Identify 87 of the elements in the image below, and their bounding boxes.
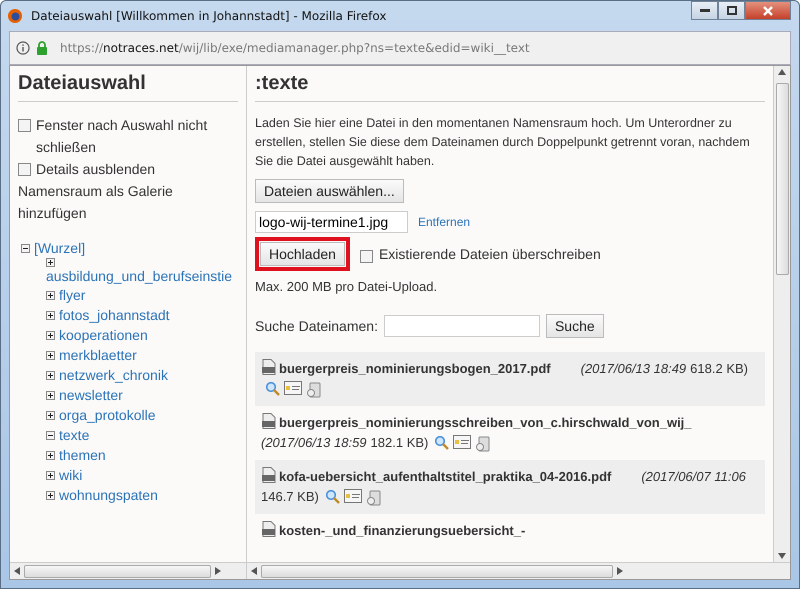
folder-link[interactable]: merkblaetter	[59, 345, 137, 365]
file-name-link[interactable]: buergerpreis_nominierungsbogen_2017.pdf	[279, 361, 551, 376]
expand-icon[interactable]	[46, 490, 55, 500]
expand-icon[interactable]	[46, 390, 55, 400]
folder-link[interactable]: orga_protokolle	[59, 405, 156, 425]
lock-icon	[36, 41, 48, 55]
scroll-right-icon[interactable]	[215, 567, 221, 575]
choose-files-button[interactable]: Dateien auswählen...	[255, 179, 404, 203]
expand-icon[interactable]	[46, 370, 55, 380]
expand-icon[interactable]	[46, 450, 55, 460]
magnifier-icon[interactable]	[265, 381, 280, 396]
expand-icon[interactable]	[46, 290, 55, 300]
id-card-icon[interactable]	[284, 381, 302, 395]
file-size: 182.1 KB)	[370, 434, 428, 452]
file-name-link[interactable]: buergerpreis_nominierungsschreiben_von_c.hirschwald_von_wij_	[279, 415, 692, 430]
sidebar-title: Dateiauswahl	[18, 72, 238, 102]
folder-link[interactable]: fotos_johannstadt	[59, 305, 170, 325]
trash-can-icon[interactable]	[366, 489, 382, 506]
browser-logo-icon	[7, 8, 23, 24]
upload-limit-note: Max. 200 MB pro Datei-Upload.	[255, 279, 438, 294]
collapse-icon[interactable]	[21, 244, 30, 252]
folder-link[interactable]: texte	[59, 425, 90, 445]
maximize-icon	[726, 6, 736, 15]
expand-icon[interactable]	[46, 470, 55, 480]
scroll-up-icon[interactable]	[778, 69, 786, 75]
file-name-link[interactable]: kosten-_und_finanzierungsuebersicht_-	[279, 523, 526, 538]
pdf-file-icon	[261, 521, 277, 537]
pdf-file-icon	[261, 359, 277, 375]
scroll-down-icon[interactable]	[778, 553, 786, 559]
minimize-button[interactable]	[691, 1, 718, 20]
scroll-left-icon[interactable]	[14, 567, 20, 575]
url-text: https://notraces.net/wij/lib/exe/mediamanager.php?ns=texte&edid=wiki__text	[60, 41, 530, 55]
maximize-button[interactable]	[718, 1, 745, 20]
checkbox[interactable]	[18, 163, 31, 176]
overwrite-label: Existierende Dateien überschreiben	[378, 246, 601, 262]
vertical-scrollbar[interactable]	[773, 66, 790, 562]
intro-text: Laden Sie hier eine Datei in den momentanen Namensraum hoch. Um Unterordner zu erstellen, stellen Sie diese dem Dateinamen durch Doppelpunkt getrennt voran, nachdem Sie die Datei ausgewählt haben.	[255, 115, 751, 170]
close-button[interactable]	[745, 1, 791, 20]
expand-icon[interactable]	[46, 310, 55, 320]
upload-button[interactable]: Hochladen	[260, 242, 345, 266]
horizontal-scrollbar[interactable]	[10, 562, 246, 579]
file-size: 618.2 KB)	[690, 360, 748, 378]
folder-link[interactable]: themen	[59, 445, 106, 465]
info-icon	[16, 41, 30, 55]
trash-can-icon[interactable]	[475, 435, 492, 452]
expand-icon[interactable]	[46, 350, 55, 360]
namespace-title: :texte	[255, 72, 765, 102]
file-date: (2017/06/07 11:06	[641, 468, 746, 486]
id-card-icon[interactable]	[453, 435, 472, 449]
file-name-field[interactable]: logo-wij-termine1.jpg	[255, 211, 408, 233]
horizontal-scrollbar[interactable]	[247, 562, 790, 579]
folder-link[interactable]: netzwerk_chronik	[59, 365, 168, 385]
magnifier-icon[interactable]	[434, 435, 450, 450]
file-date: (2017/06/13 18:49	[580, 360, 686, 378]
folder-link[interactable]: [Wurzel]	[34, 238, 86, 258]
close-icon	[763, 6, 773, 16]
file-date: (2017/06/13 18:59	[261, 434, 367, 452]
file-size: 146.7 KB)	[261, 488, 319, 506]
expand-icon[interactable]	[46, 410, 55, 420]
expand-icon[interactable]	[46, 330, 55, 340]
minimize-icon	[700, 8, 710, 12]
window-title: Dateiauswahl [Willkommen in Johannstadt] - Mozilla Firefox	[31, 9, 386, 23]
folder-link[interactable]: wohnungspaten	[59, 485, 158, 505]
scroll-right-icon[interactable]	[617, 567, 623, 575]
scroll-left-icon[interactable]	[251, 567, 257, 575]
id-card-icon[interactable]	[344, 489, 362, 503]
folder-link[interactable]: newsletter	[59, 385, 123, 405]
search-button[interactable]: Suche	[546, 314, 604, 338]
option-label: Details ausblenden	[36, 160, 156, 179]
expand-icon[interactable]	[46, 258, 55, 267]
folder-link[interactable]: wiki	[59, 465, 82, 485]
search-field[interactable]	[384, 315, 540, 337]
folder-link[interactable]: kooperationen	[59, 325, 148, 345]
collapse-icon[interactable]	[46, 430, 55, 440]
checkbox[interactable]	[360, 250, 373, 263]
remove-link[interactable]: Entfernen	[418, 215, 470, 229]
folder-link[interactable]: ausbildung_und_berufseinstie	[46, 268, 232, 284]
trash-can-icon[interactable]	[306, 381, 322, 398]
search-label: Suche Dateinamen:	[255, 318, 378, 334]
gallery-link[interactable]: Namensraum als Galerie hinzufügen	[18, 180, 238, 224]
folder-link[interactable]: flyer	[59, 285, 86, 305]
option-label: Fenster nach Auswahl nicht schließen	[36, 116, 208, 157]
file-name-link[interactable]: kofa-uebersicht_aufenthaltstitel_praktika_04-2016.pdf	[279, 469, 612, 484]
magnifier-icon[interactable]	[324, 489, 340, 504]
pdf-file-icon	[261, 467, 277, 483]
checkbox[interactable]	[18, 119, 31, 132]
pdf-file-icon	[261, 413, 277, 429]
